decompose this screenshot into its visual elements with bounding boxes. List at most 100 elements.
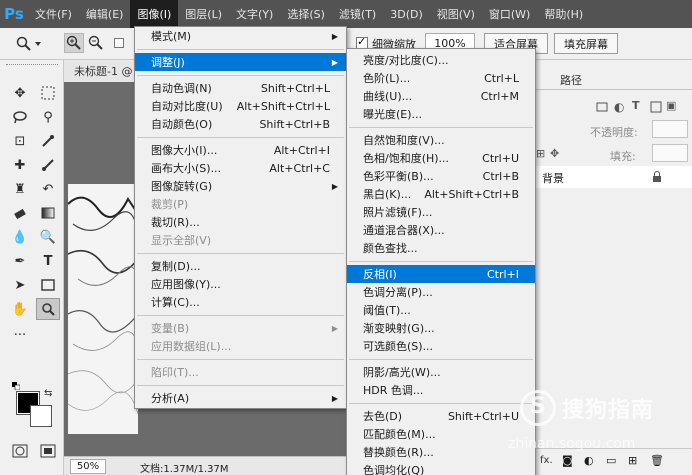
shape-tool[interactable] bbox=[36, 274, 60, 296]
menu-item[interactable]: 裁切(R)... bbox=[135, 213, 346, 231]
swap-colors-icon[interactable]: ⇆ bbox=[44, 388, 52, 399]
menu-item[interactable]: 色彩平衡(B)... Ctrl+B bbox=[347, 167, 535, 185]
quick-mask-button[interactable] bbox=[8, 440, 32, 462]
lasso-tool[interactable] bbox=[8, 106, 32, 128]
group-folder-icon[interactable]: ▭ bbox=[606, 454, 616, 467]
new-layer-icon[interactable]: ⊞ bbox=[628, 454, 637, 467]
menubar-item[interactable]: 视图(V) bbox=[430, 0, 482, 28]
menu-item[interactable]: 图像大小(I)... Alt+Ctrl+I bbox=[135, 141, 346, 159]
menubar-item[interactable]: 文件(F) bbox=[28, 0, 79, 28]
menu-item[interactable]: 自动颜色(O) Shift+Ctrl+B bbox=[135, 115, 346, 133]
eyedropper-tool[interactable] bbox=[36, 130, 60, 152]
menu-item[interactable]: HDR 色调... bbox=[347, 381, 535, 399]
path-selection-tool[interactable]: ➤ bbox=[8, 274, 32, 296]
toolbox-grip[interactable] bbox=[6, 64, 58, 66]
menubar-item[interactable]: 帮助(H) bbox=[537, 0, 590, 28]
menu-item[interactable]: 应用图像(Y)... bbox=[135, 275, 346, 293]
trash-icon[interactable]: 🗑 bbox=[650, 454, 664, 467]
default-colors-icon[interactable] bbox=[12, 380, 21, 391]
menu-item[interactable]: 色调分离(P)... bbox=[347, 283, 535, 301]
circle-filter-icon[interactable]: ◐ bbox=[614, 100, 624, 114]
lock-position-icon[interactable]: ✥ bbox=[550, 147, 559, 160]
menubar-item[interactable]: 图层(L) bbox=[178, 0, 229, 28]
menu-item[interactable]: 曝光度(E)... bbox=[347, 105, 535, 123]
menu-item[interactable]: 反相(I) Ctrl+I bbox=[347, 265, 535, 283]
zoom-in-button[interactable] bbox=[64, 33, 84, 53]
history-brush-tool[interactable]: ↶ bbox=[36, 178, 60, 200]
menu-item[interactable]: 自然饱和度(V)... bbox=[347, 131, 535, 149]
healing-brush-tool[interactable]: ✚ bbox=[8, 154, 32, 176]
status-doc-info[interactable]: 文档:1.37M/1.37M bbox=[140, 460, 229, 475]
menu-item[interactable]: 渐变映射(G)... bbox=[347, 319, 535, 337]
menu-item[interactable]: 亮度/对比度(C)... bbox=[347, 51, 535, 69]
crop-tool[interactable]: ⊡ bbox=[8, 130, 32, 152]
menubar-item[interactable]: 窗口(W) bbox=[482, 0, 537, 28]
resize-windows-checkbox[interactable] bbox=[114, 38, 124, 48]
menubar-item[interactable]: 文字(Y) bbox=[229, 0, 280, 28]
menu-item[interactable]: 色阶(L)... Ctrl+L bbox=[347, 69, 535, 87]
smart-object-filter-icon[interactable]: ▣ bbox=[666, 99, 676, 112]
menu-item[interactable]: 照片滤镜(F)... bbox=[347, 203, 535, 221]
menu-item-label: 色调均化(Q) bbox=[363, 464, 425, 475]
menu-item[interactable]: 分析(A) ▶ bbox=[135, 389, 346, 407]
move-tool[interactable]: ✥ bbox=[8, 82, 32, 104]
brush-tool[interactable] bbox=[36, 154, 60, 176]
menubar-item[interactable]: 编辑(E) bbox=[79, 0, 131, 28]
type-tool[interactable]: T bbox=[36, 250, 60, 272]
menu-item[interactable]: 调整(J) ▶ bbox=[135, 53, 346, 71]
menu-item[interactable]: 自动色调(N) Shift+Ctrl+L bbox=[135, 79, 346, 97]
quick-selection-tool[interactable]: ⚲ bbox=[36, 106, 60, 128]
menu-item[interactable]: 画布大小(S)... Alt+Ctrl+C bbox=[135, 159, 346, 177]
menu-item[interactable]: 替换颜色(R)... bbox=[347, 443, 535, 461]
menu-item[interactable]: 阴影/高光(W)... bbox=[347, 363, 535, 381]
menu-item[interactable]: 曲线(U)... Ctrl+M bbox=[347, 87, 535, 105]
eraser-tool[interactable] bbox=[8, 202, 32, 224]
menubar-item[interactable]: 滤镜(T) bbox=[332, 0, 383, 28]
brush-icon bbox=[42, 159, 54, 171]
menu-item[interactable]: 黑白(K)... Alt+Shift+Ctrl+B bbox=[347, 185, 535, 203]
menu-item[interactable]: 通道混合器(X)... bbox=[347, 221, 535, 239]
lock-transparent-icon[interactable]: ⊞ bbox=[536, 147, 545, 160]
clone-stamp-tool[interactable]: ♜ bbox=[8, 178, 32, 200]
menubar-item[interactable]: 图像(I) bbox=[130, 0, 179, 28]
image-filter-icon[interactable] bbox=[596, 101, 608, 113]
menu-item[interactable]: 匹配颜色(M)... bbox=[347, 425, 535, 443]
canvas-image[interactable] bbox=[68, 184, 138, 434]
more-tools-button[interactable]: ··· bbox=[8, 324, 32, 346]
fill-screen-button[interactable]: 填充屏幕 bbox=[554, 33, 618, 54]
hand-tool[interactable]: ✋ bbox=[8, 298, 32, 320]
menu-item[interactable]: 模式(M) ▶ bbox=[135, 27, 346, 45]
menu-item[interactable]: 计算(C)... bbox=[135, 293, 346, 311]
layer-row-background[interactable]: 背景 bbox=[536, 166, 692, 188]
add-mask-icon[interactable]: ◙ bbox=[562, 454, 573, 467]
menu-item[interactable]: 颜色查找... bbox=[347, 239, 535, 257]
screen-mode-button[interactable] bbox=[36, 440, 60, 462]
pen-tool[interactable]: ✒ bbox=[8, 250, 32, 272]
menu-item[interactable]: 图像旋转(G) ▶ bbox=[135, 177, 346, 195]
type-filter-icon[interactable]: T bbox=[632, 99, 640, 112]
fill-field[interactable] bbox=[652, 144, 688, 162]
menu-item[interactable]: 去色(D) Shift+Ctrl+U bbox=[347, 407, 535, 425]
adjustment-layer-icon[interactable]: ◐ bbox=[584, 454, 594, 467]
zoom-out-button[interactable] bbox=[86, 33, 106, 53]
blur-tool[interactable]: 💧 bbox=[8, 226, 32, 248]
gradient-tool[interactable] bbox=[36, 202, 60, 224]
dodge-tool[interactable]: 🔍 bbox=[36, 226, 60, 248]
marquee-tool[interactable] bbox=[36, 82, 60, 104]
shape-filter-icon[interactable] bbox=[650, 101, 662, 113]
zoom-tool-preset[interactable] bbox=[16, 34, 52, 54]
tab-paths[interactable]: 路径 bbox=[560, 72, 582, 88]
menu-item[interactable]: 可选颜色(S)... bbox=[347, 337, 535, 355]
menu-item[interactable]: 复制(D)... bbox=[135, 257, 346, 275]
menu-item[interactable]: 色调均化(Q) bbox=[347, 461, 535, 475]
menu-item[interactable]: 自动对比度(U) Alt+Shift+Ctrl+L bbox=[135, 97, 346, 115]
background-color-swatch[interactable] bbox=[30, 405, 52, 427]
opacity-field[interactable] bbox=[652, 120, 688, 138]
menu-item[interactable]: 色相/饱和度(H)... Ctrl+U bbox=[347, 149, 535, 167]
fx-icon[interactable]: fx. bbox=[540, 455, 553, 466]
zoom-tool[interactable] bbox=[36, 298, 60, 320]
menubar-item[interactable]: 选择(S) bbox=[280, 0, 332, 28]
menu-item[interactable]: 阈值(T)... bbox=[347, 301, 535, 319]
menubar-item[interactable]: 3D(D) bbox=[383, 0, 430, 28]
status-zoom-field[interactable]: 50% bbox=[70, 459, 106, 474]
